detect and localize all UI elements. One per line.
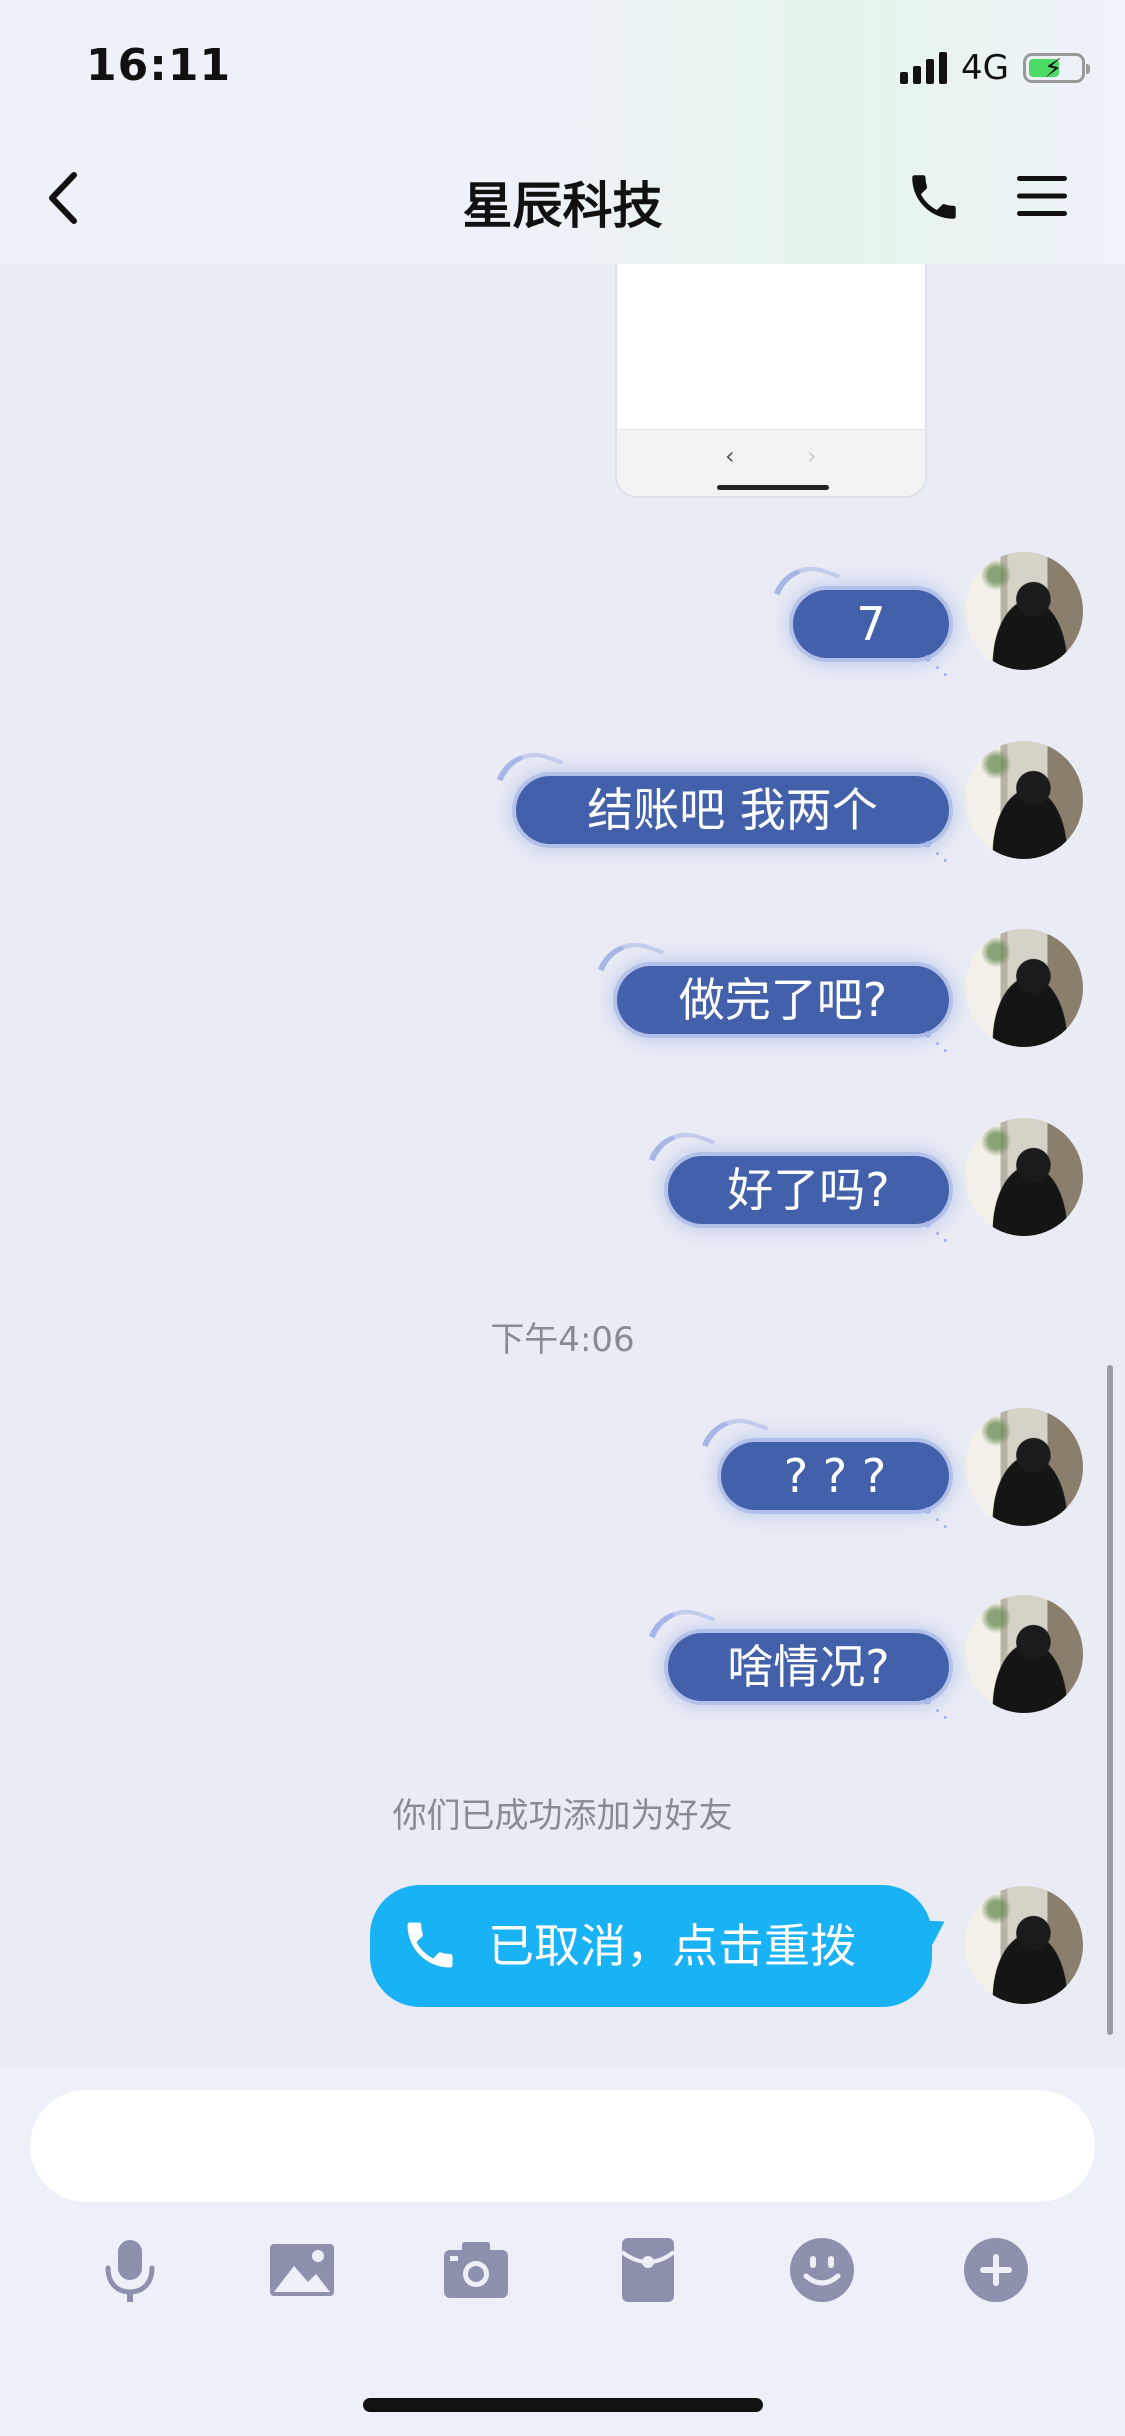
network-label: 4G	[961, 48, 1009, 88]
signal-icon	[900, 52, 948, 84]
call-status-text: 已取消，点击重拨	[488, 1919, 856, 1973]
avatar[interactable]	[965, 1886, 1083, 2004]
shared-screenshot-card[interactable]: ‹ ›	[615, 264, 927, 498]
avatar[interactable]	[965, 1408, 1083, 1526]
avatar[interactable]	[965, 1595, 1083, 1713]
message-bubble[interactable]: ? ? ?	[721, 1442, 949, 1532]
chevron-left-icon: ‹	[725, 442, 735, 470]
avatar[interactable]	[965, 741, 1083, 859]
scrollbar[interactable]	[1107, 1365, 1113, 2035]
plus-icon[interactable]	[960, 2234, 1032, 2306]
card-browser-bar: ‹ ›	[617, 429, 925, 496]
charging-icon: ⚡	[1044, 54, 1063, 84]
message-input[interactable]	[30, 2090, 1095, 2202]
camera-icon[interactable]	[440, 2234, 512, 2306]
message-bubble[interactable]: 啥情况?	[668, 1633, 949, 1723]
call-record-bubble[interactable]: 已取消，点击重拨	[370, 1885, 932, 2007]
message-timestamp: 下午4:06	[490, 1320, 635, 1360]
card-home-indicator	[717, 485, 829, 490]
emoji-icon[interactable]	[786, 2234, 858, 2306]
red-packet-icon[interactable]	[612, 2234, 684, 2306]
home-indicator	[363, 2398, 763, 2412]
message-bubble[interactable]: 做完了吧?	[617, 966, 949, 1056]
phone-call-icon[interactable]	[905, 168, 963, 226]
status-indicators: 4G ⚡	[900, 48, 1090, 88]
system-notice: 你们已成功添加为好友	[392, 1796, 733, 1836]
image-icon[interactable]	[266, 2234, 338, 2306]
avatar[interactable]	[965, 1118, 1083, 1236]
microphone-icon[interactable]	[94, 2234, 166, 2306]
message-bubble[interactable]: 结账吧 我两个	[516, 776, 949, 866]
avatar[interactable]	[965, 552, 1083, 670]
chevron-right-icon: ›	[807, 442, 817, 470]
avatar[interactable]	[965, 929, 1083, 1047]
phone-icon	[407, 1922, 453, 1968]
menu-icon[interactable]	[1015, 172, 1069, 220]
battery-icon: ⚡	[1023, 53, 1090, 84]
message-bubble[interactable]: 7	[793, 590, 949, 680]
message-bubble[interactable]: 好了吗?	[668, 1156, 949, 1246]
status-time: 16:11	[86, 40, 232, 91]
